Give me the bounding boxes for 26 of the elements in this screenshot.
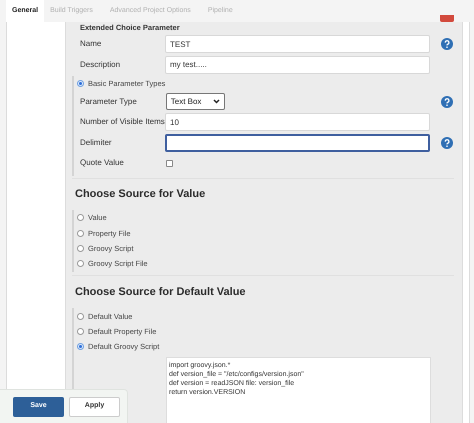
radio-button[interactable]	[77, 343, 84, 350]
radio-button[interactable]	[77, 245, 84, 252]
radio-button[interactable]	[77, 214, 84, 222]
section-heading: Choose Source for Value	[75, 188, 206, 200]
section-heading: Choose Source for Default Value	[75, 286, 246, 298]
radio-button[interactable]	[77, 230, 84, 237]
field-label: Delimiter	[80, 136, 113, 149]
radio-button[interactable]	[77, 328, 84, 335]
field-label: Description	[80, 58, 122, 71]
help-icon[interactable]	[441, 136, 453, 149]
radio-button[interactable]	[77, 312, 84, 320]
checkbox[interactable]	[166, 160, 173, 167]
chevron-icon	[212, 99, 220, 104]
field-label: Parameter Type	[80, 96, 138, 108]
text-field[interactable]: 10	[165, 113, 430, 132]
help-icon[interactable]	[441, 96, 453, 108]
field-label: Quote Value	[80, 157, 125, 170]
text-field[interactable]	[165, 134, 430, 152]
radio-button[interactable]	[77, 80, 84, 88]
help-icon[interactable]	[441, 38, 453, 50]
parameter-type-dropdown[interactable]: Text Box	[166, 93, 225, 110]
field-label: Name	[80, 38, 102, 50]
text-field[interactable]: my test.....	[165, 56, 430, 74]
radio-button[interactable]	[77, 260, 84, 268]
text-field[interactable]: TEST	[165, 35, 430, 54]
field-label: Number of Visible Items	[80, 116, 165, 128]
